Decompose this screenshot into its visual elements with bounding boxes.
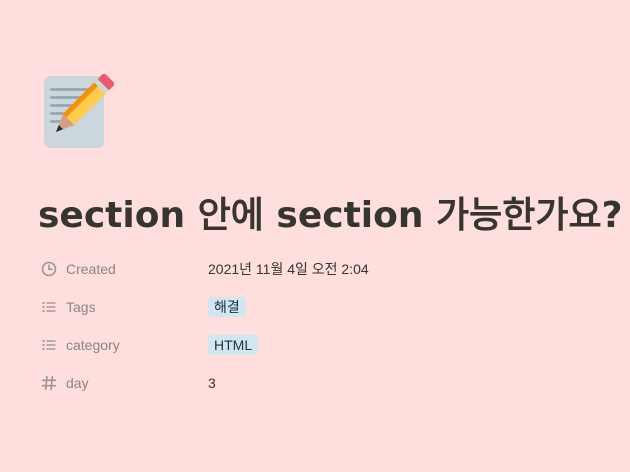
property-list: Created 2021년 11월 4일 오전 2:04 Tags 해결 cat…: [40, 250, 620, 402]
hash-icon: [40, 374, 58, 392]
page-title: section 안에 section 가능한가요?: [38, 195, 623, 236]
list-icon: [40, 298, 58, 316]
clock-icon: [40, 260, 58, 278]
property-label: Tags: [66, 299, 96, 315]
property-row-tags: Tags 해결: [40, 288, 620, 326]
property-value-tags[interactable]: 해결: [208, 297, 246, 317]
property-name-category[interactable]: category: [40, 336, 208, 354]
memo-pencil-icon[interactable]: [42, 72, 118, 150]
tag-badge[interactable]: HTML: [208, 335, 259, 355]
property-name-tags[interactable]: Tags: [40, 298, 208, 316]
property-label: category: [66, 337, 120, 353]
property-label: day: [66, 375, 89, 391]
property-row-day: day 3: [40, 364, 620, 402]
property-value-category[interactable]: HTML: [208, 335, 259, 355]
property-name-day[interactable]: day: [40, 374, 208, 392]
property-value-day[interactable]: 3: [208, 375, 216, 391]
property-row-category: category HTML: [40, 326, 620, 364]
property-row-created: Created 2021년 11월 4일 오전 2:04: [40, 250, 620, 288]
property-name-created[interactable]: Created: [40, 260, 208, 278]
list-icon: [40, 336, 58, 354]
property-value-created[interactable]: 2021년 11월 4일 오전 2:04: [208, 259, 369, 279]
property-label: Created: [66, 261, 116, 277]
tag-badge[interactable]: 해결: [208, 297, 246, 317]
